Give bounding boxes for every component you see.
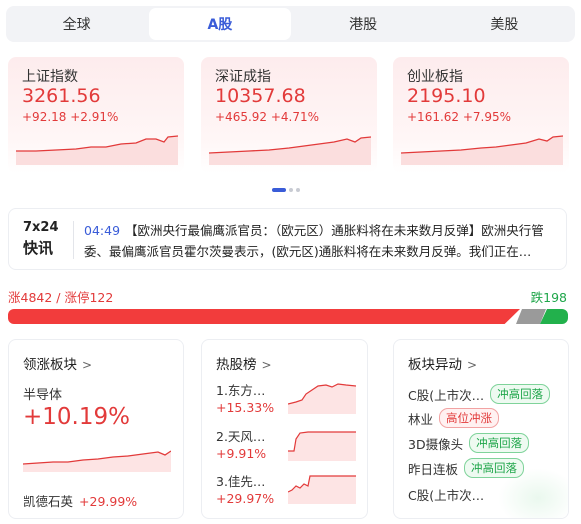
news-logo-line2: 快讯 xyxy=(23,239,54,257)
index-card-chinext[interactable]: 创业板指 2195.10 +161.62 +7.95% xyxy=(393,57,569,173)
sector-move-item[interactable]: 3D摄像头 冲高回落 xyxy=(408,433,530,453)
news-text[interactable]: 04:49 【欧洲央行最偏鹰派官员：（欧元区）通胀料将在未来数月反弹】欧洲央行管委… xyxy=(84,220,558,264)
index-value: 10357.68 xyxy=(215,85,306,107)
sector-move-name: C股(上市次… xyxy=(408,387,485,403)
hot-stock-item[interactable]: 2.天风… +9.91% xyxy=(216,428,266,462)
index-value: 2195.10 xyxy=(407,85,486,107)
sector-move-name: 昨日连板 xyxy=(408,461,459,477)
index-sparkline xyxy=(209,136,371,165)
carousel-indicator[interactable] xyxy=(272,188,300,192)
hot-stock-pct: +9.91% xyxy=(216,446,267,461)
leading-stock-name: 凯德石英 xyxy=(23,494,74,509)
sector-move-item[interactable]: 林业 高位冲涨 xyxy=(408,408,500,428)
index-change: +161.62 +7.95% xyxy=(407,110,512,124)
leading-sector-card[interactable]: 领涨板块 > 半导体 +10.19% 凯德石英 +29.99% xyxy=(8,339,184,519)
news-headline: 【欧洲央行最偏鹰派官员：（欧元区）通胀料将在未来数月反弹】欧洲央行管委、最偏鹰派… xyxy=(84,223,544,259)
index-change: +465.92 +4.71% xyxy=(215,110,320,124)
sector-move-name: 3D摄像头 xyxy=(408,436,464,452)
hot-stock-name: 3.佳先… xyxy=(216,474,266,489)
index-change: +92.18 +2.91% xyxy=(22,110,119,124)
tab-a-shares[interactable]: A股 xyxy=(149,8,291,40)
advancers-bar xyxy=(8,309,520,324)
hot-stock-item[interactable]: 3.佳先… +29.97% xyxy=(216,473,274,507)
news-time: 04:49 xyxy=(84,223,121,238)
sector-move-name: 林业 xyxy=(408,411,434,427)
market-tabs: 全球 A股 港股 美股 xyxy=(6,6,575,42)
leading-sector-name: 半导体 xyxy=(23,388,63,403)
news-flash-panel[interactable]: 7x24 快讯 04:49 【欧洲央行最偏鹰派官员：（欧元区）通胀料将在未来数月反… xyxy=(8,208,567,270)
news-logo-line1: 7x24 xyxy=(23,220,59,235)
hot-stock-sparkline xyxy=(288,431,356,461)
carousel-dot-active[interactable] xyxy=(272,188,286,192)
leading-stock-pct: +29.99% xyxy=(79,494,138,509)
leading-sector-pct: +10.19% xyxy=(23,404,130,430)
index-name: 创业板指 xyxy=(407,69,463,85)
hot-stock-sparkline xyxy=(288,383,356,414)
sector-move-tag: 高位冲涨 xyxy=(439,408,500,428)
hot-stock-pct: +15.33% xyxy=(216,400,275,415)
hot-stock-name: 2.天风… xyxy=(216,429,266,444)
carousel-dot[interactable] xyxy=(296,188,300,192)
tab-hk-shares[interactable]: 港股 xyxy=(293,6,434,42)
leading-stock[interactable]: 凯德石英 +29.99% xyxy=(23,491,137,510)
hot-stock-pct: +29.97% xyxy=(216,491,275,506)
sector-moves-card[interactable]: 板块异动 > C股(上市次… 冲高回落 林业 高位冲涨 3D摄像头 冲高回落 昨日… xyxy=(393,339,569,519)
chevron-right-icon: > xyxy=(467,358,478,372)
hot-stock-name: 1.东方… xyxy=(216,383,266,398)
chevron-right-icon: > xyxy=(82,358,93,372)
sector-move-item[interactable]: C股(上市次… xyxy=(408,485,484,504)
sector-move-tag: 冲高回落 xyxy=(469,433,530,453)
index-name: 上证指数 xyxy=(22,69,78,85)
sector-move-item[interactable]: 昨日连板 冲高回落 xyxy=(408,458,525,478)
sector-move-tag: 冲高回落 xyxy=(490,384,551,404)
hot-stock-item[interactable]: 1.东方… +15.33% xyxy=(216,382,274,416)
hot-stock-sparkline xyxy=(288,475,356,504)
index-name: 深证成指 xyxy=(215,69,271,85)
news-flash-logo: 7x24 快讯 xyxy=(23,220,63,258)
advancers-count: 涨4842 / 涨停122 xyxy=(8,290,114,305)
index-sparkline xyxy=(16,135,178,165)
decliners-count: 跌198 xyxy=(530,290,567,305)
hot-stocks-card[interactable]: 热股榜 > 1.东方… +15.33% 2.天风… +9.91% 3.佳先… +2… xyxy=(201,339,368,519)
index-sparkline xyxy=(401,135,563,165)
index-card-shenzhen[interactable]: 深证成指 10357.68 +465.92 +4.71% xyxy=(201,57,377,173)
hot-stocks-title[interactable]: 热股榜 > xyxy=(216,353,272,373)
index-value: 3261.56 xyxy=(22,85,101,107)
leading-sector-title[interactable]: 领涨板块 > xyxy=(23,353,92,373)
sector-move-tag: 冲高回落 xyxy=(464,458,525,478)
tab-global[interactable]: 全球 xyxy=(6,6,147,42)
carousel-dot[interactable] xyxy=(289,188,293,192)
leading-sector-sparkline xyxy=(23,450,171,472)
sector-move-item[interactable]: C股(上市次… 冲高回落 xyxy=(408,384,551,404)
tab-us-shares[interactable]: 美股 xyxy=(434,6,575,42)
index-card-shanghai[interactable]: 上证指数 3261.56 +92.18 +2.91% xyxy=(8,57,184,173)
chevron-right-icon: > xyxy=(261,358,272,372)
news-divider xyxy=(73,221,74,259)
sector-move-name: C股(上市次… xyxy=(408,488,485,503)
sector-moves-title[interactable]: 板块异动 > xyxy=(408,353,477,373)
